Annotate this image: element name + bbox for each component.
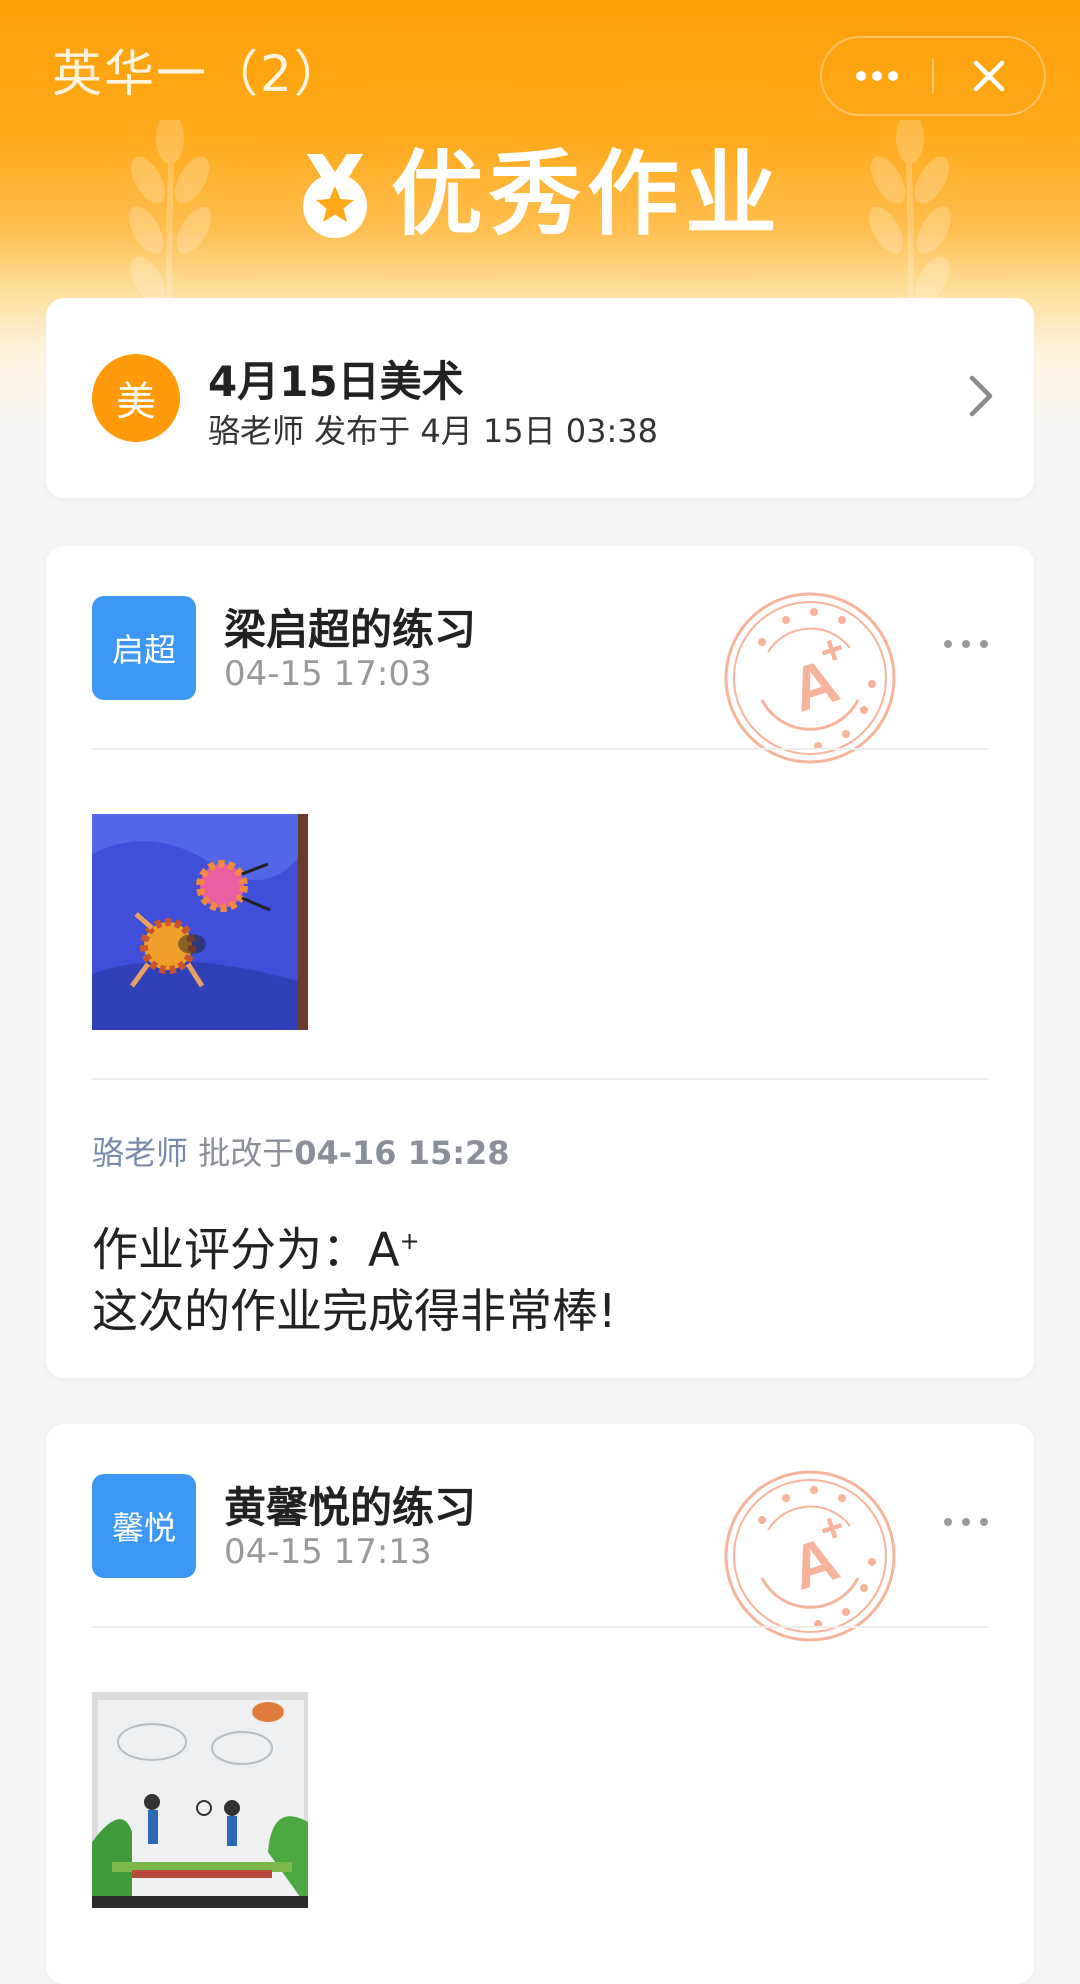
a-plus-stamp-icon: A +	[724, 1470, 896, 1642]
dot	[980, 1518, 988, 1526]
teacher-comment: 作业评分为：A+ 这次的作业完成得非常棒!	[92, 1210, 616, 1342]
comment-text: 这次的作业完成得非常棒!	[92, 1284, 617, 1339]
assignment-subtitle: 骆老师 发布于 4月 15日 03:38	[208, 412, 658, 450]
score-text: 作业评分为：A	[92, 1222, 400, 1277]
more-options-button[interactable]	[944, 640, 988, 648]
review-time: 04-16 15:28	[294, 1134, 510, 1172]
submission-card: 启超 梁启超的练习 04-15 17:03 A + 骆老师 批改于04-16 1…	[46, 546, 1034, 1378]
banner: 优秀作业	[0, 140, 1080, 250]
review-info: 骆老师 批改于04-16 15:28	[92, 1128, 510, 1174]
divider	[92, 1078, 988, 1080]
submission-title: 梁启超的练习	[224, 605, 477, 654]
dot	[944, 640, 952, 648]
more-dots-icon	[856, 71, 898, 81]
drawing-thumbnail	[92, 814, 308, 1030]
submission-card: 馨悦 黄馨悦的练习 04-15 17:13 A +	[46, 1424, 1034, 1984]
assignment-title: 4月15日美术	[208, 357, 464, 406]
close-button[interactable]	[934, 38, 1044, 114]
more-options-button[interactable]	[944, 1518, 988, 1526]
submission-time: 04-15 17:03	[224, 654, 432, 694]
dot	[944, 1518, 952, 1526]
avatar: 馨悦	[92, 1474, 196, 1578]
homework-image[interactable]	[92, 814, 308, 1030]
divider	[92, 1626, 988, 1628]
chevron-right-icon	[969, 375, 993, 417]
avatar: 启超	[92, 596, 196, 700]
close-icon	[973, 60, 1005, 92]
review-label: 批改于	[198, 1134, 295, 1172]
banner-title: 优秀作业	[390, 141, 783, 248]
subject-badge: 美	[92, 354, 180, 442]
more-button[interactable]	[822, 38, 932, 114]
dot	[962, 1518, 970, 1526]
mini-program-capsule	[820, 36, 1046, 116]
a-plus-stamp-icon: A +	[724, 592, 896, 764]
divider	[92, 748, 988, 750]
homework-image[interactable]	[92, 1692, 308, 1908]
dot	[962, 640, 970, 648]
drawing-thumbnail	[92, 1692, 308, 1908]
reviewer-name: 骆老师	[92, 1134, 189, 1172]
submission-title: 黄馨悦的练习	[224, 1483, 477, 1532]
page-title: 英华一（2）	[52, 45, 346, 103]
medal-star-icon	[302, 154, 367, 238]
assignment-card[interactable]: 美 4月15日美术 骆老师 发布于 4月 15日 03:38	[46, 298, 1034, 498]
score-sup: +	[399, 1227, 420, 1255]
submission-time: 04-15 17:13	[224, 1532, 432, 1572]
dot	[980, 640, 988, 648]
